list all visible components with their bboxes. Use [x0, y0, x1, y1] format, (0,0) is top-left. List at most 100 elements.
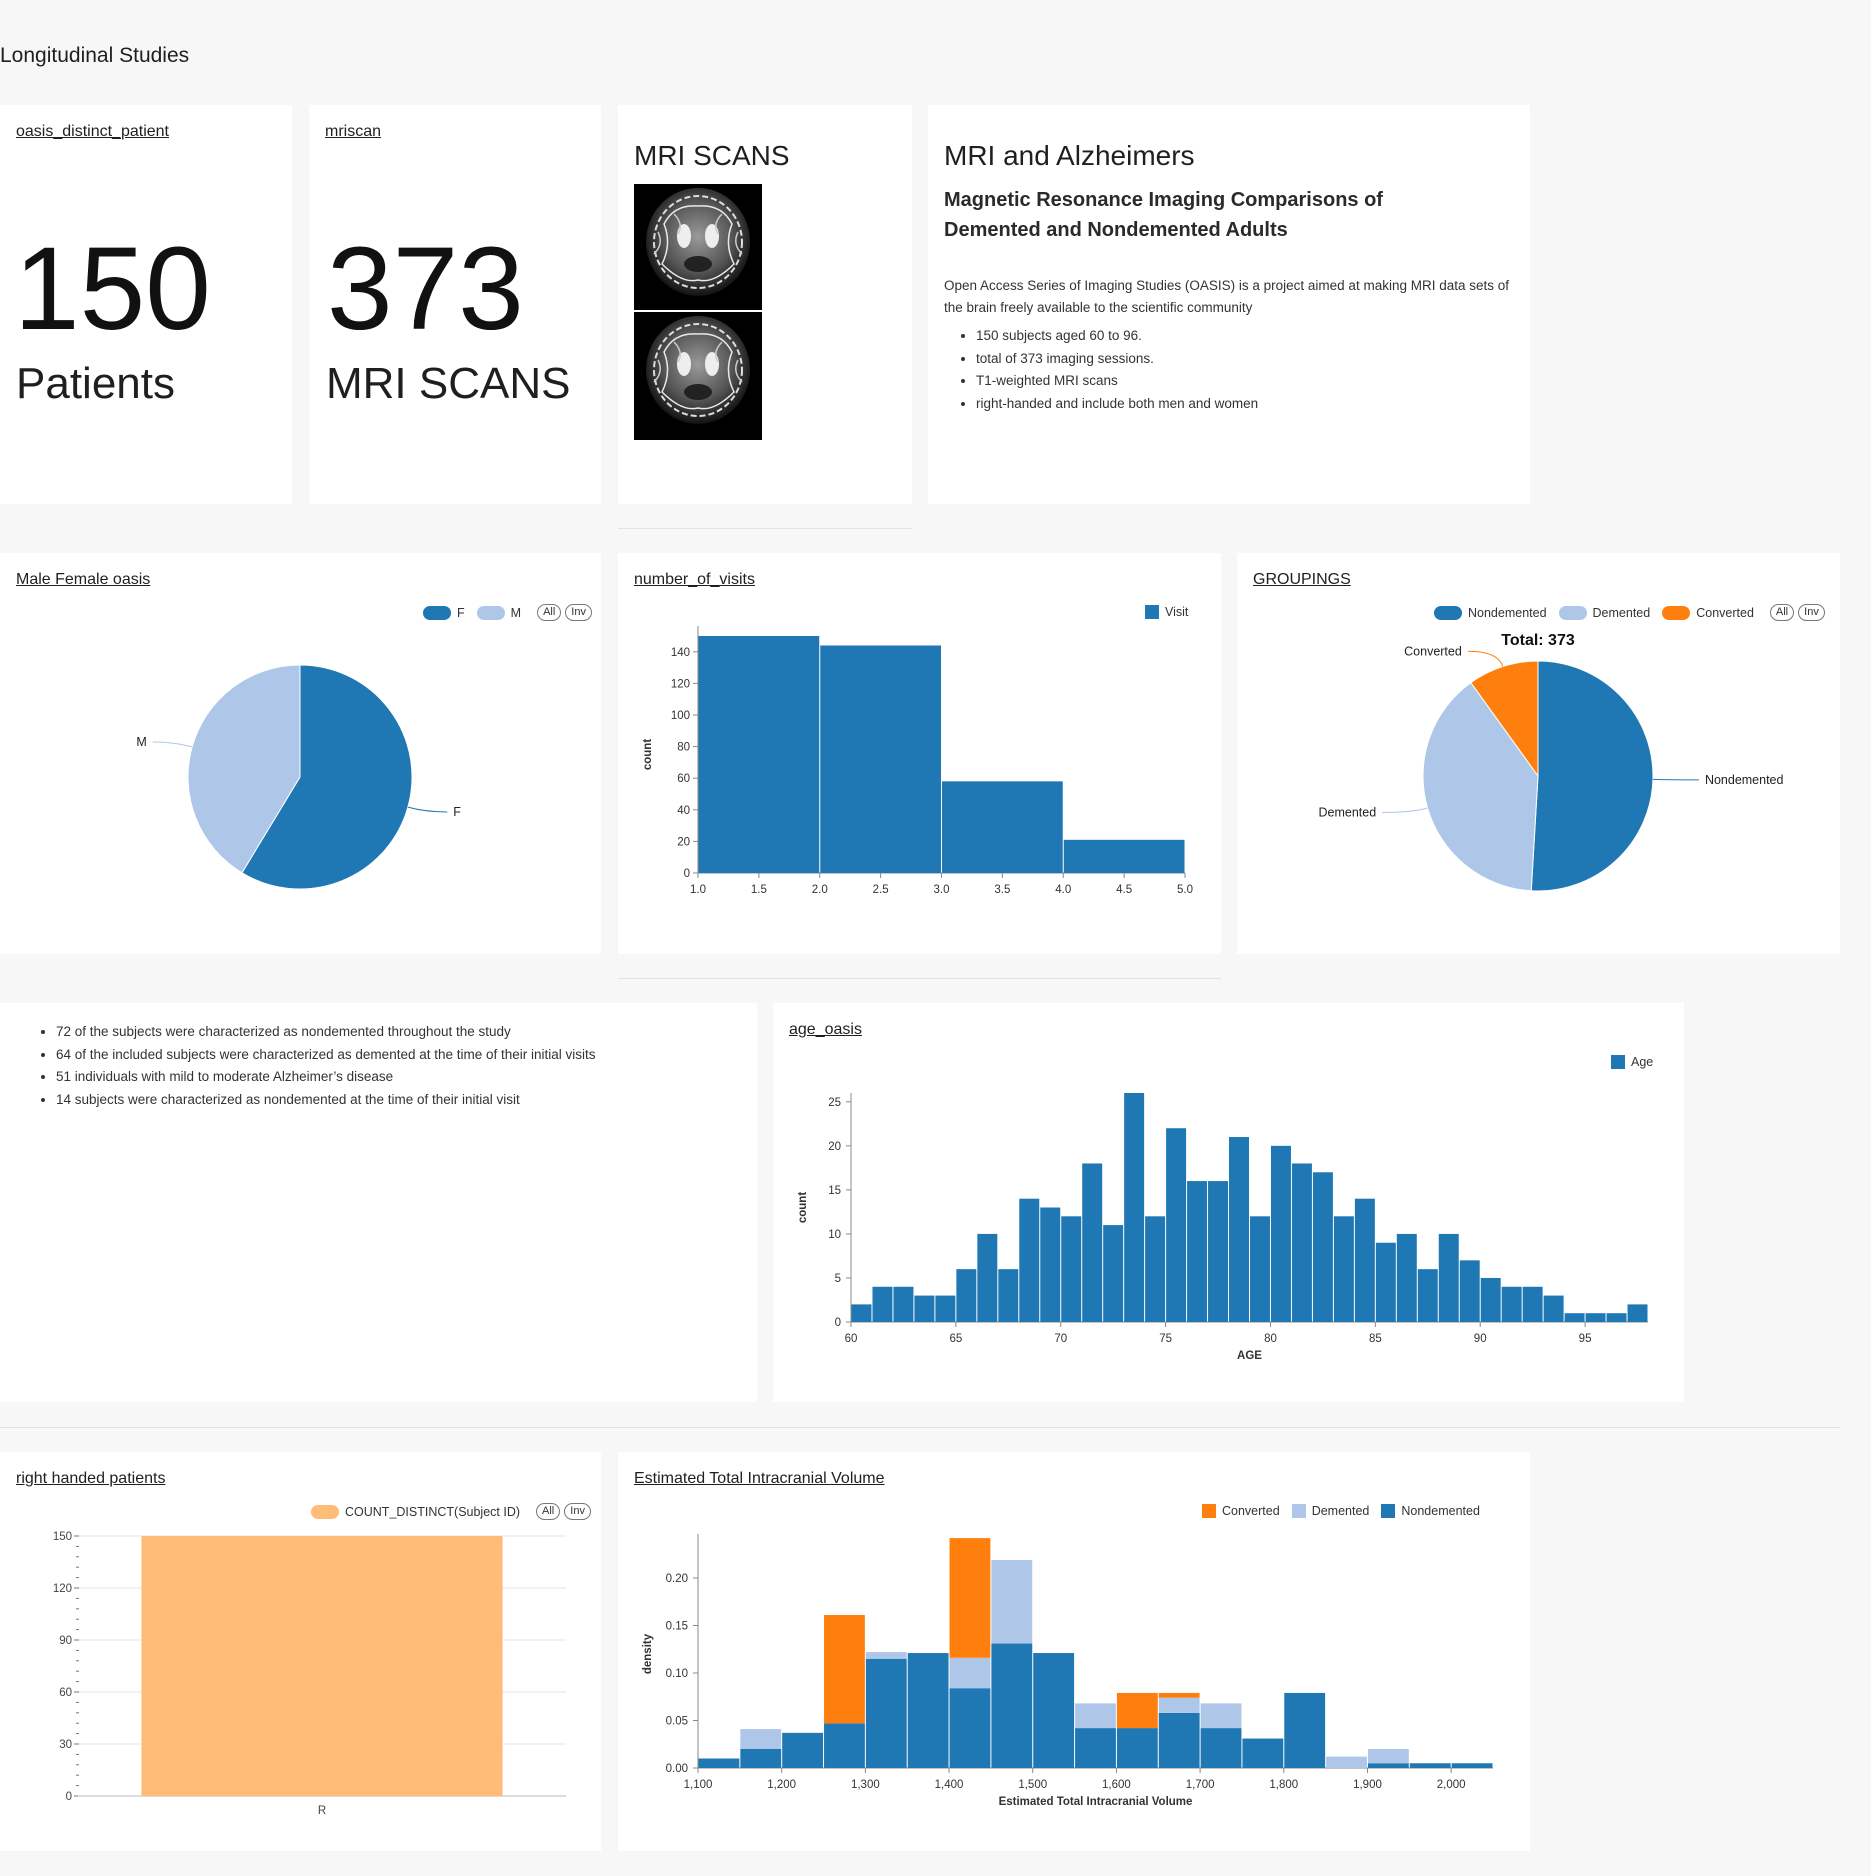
y-tick-label: 80: [677, 742, 690, 754]
stacked-bar-nondemented: [1200, 1728, 1242, 1768]
y-axis-label: count: [797, 1192, 809, 1223]
notes-bullet: 51 individuals with mild to moderate Alz…: [56, 1066, 596, 1089]
stacked-bar-nondemented: [991, 1643, 1033, 1768]
stacked-bar-nondemented: [1116, 1728, 1158, 1768]
stacked-bar-demented: [991, 1559, 1033, 1644]
info-paragraph: Open Access Series of Imaging Studies (O…: [944, 278, 1510, 315]
info-card: MRI and Alzheimers Magnetic Resonance Im…: [928, 105, 1530, 504]
x-tick-label: 4.0: [1055, 884, 1071, 896]
stacked-bar-nondemented: [865, 1658, 907, 1768]
histogram-bar: [1250, 1216, 1270, 1322]
info-subheading: Magnetic Resonance Imaging Comparisons o…: [944, 189, 1383, 241]
histogram-bar: [1522, 1286, 1543, 1322]
x-tick-label: 75: [1159, 1333, 1172, 1345]
histogram-bar: [1375, 1242, 1396, 1322]
stacked-bar-nondemented: [698, 1758, 740, 1768]
histogram-bar: [956, 1269, 977, 1322]
pie-slice-nondemented: [1530, 660, 1654, 892]
stacked-bar-nondemented: [1284, 1692, 1326, 1768]
stacked-bar-demented: [949, 1657, 991, 1689]
histogram-bar: [1061, 1216, 1082, 1322]
histogram-bar: [698, 636, 820, 873]
y-tick-label: 0.00: [666, 1763, 688, 1775]
notes-bullet: 14 subjects were characterized as nondem…: [56, 1089, 596, 1112]
mri-scans-heading: MRI SCANS: [634, 140, 790, 171]
y-tick-label: 120: [53, 1583, 72, 1595]
histogram-bar: [893, 1286, 914, 1322]
x-axis-label: Estimated Total Intracranial Volume: [999, 1796, 1193, 1808]
histogram-bar: [1145, 1216, 1166, 1322]
y-tick-label: 120: [671, 678, 690, 690]
x-tick-label: 1,800: [1269, 1779, 1298, 1791]
histogram-bar: [1606, 1313, 1627, 1322]
x-tick-label: 4.5: [1116, 884, 1132, 896]
info-bullet-list: 150 subjects aged 60 to 96. total of 373…: [954, 325, 1258, 415]
row-divider: [618, 978, 1221, 979]
y-tick-label: 40: [677, 805, 690, 817]
stacked-bar-nondemented: [1158, 1712, 1200, 1768]
stacked-bar-nondemented: [740, 1749, 782, 1768]
histogram-bar: [872, 1286, 893, 1322]
histogram-bar: [851, 1304, 872, 1322]
x-tick-label: 1,200: [767, 1779, 796, 1791]
stacked-bar-demented: [1326, 1756, 1367, 1768]
histogram-bar: [1333, 1216, 1354, 1322]
histogram-bar: [1063, 839, 1185, 873]
histogram-bar: [1082, 1163, 1103, 1322]
histogram-bar: [1229, 1137, 1249, 1322]
y-axis-label: density: [642, 1633, 654, 1674]
x-tick-label: 1,500: [1018, 1779, 1047, 1791]
stacked-bar-nondemented: [1409, 1763, 1451, 1768]
histogram-bar: [1501, 1286, 1522, 1322]
x-tick-label: 3.0: [934, 884, 950, 896]
info-bullet: 150 subjects aged 60 to 96.: [976, 325, 1258, 348]
y-tick-label: 0.15: [666, 1621, 688, 1633]
histogram-bar: [1291, 1163, 1312, 1322]
x-tick-label: 70: [1054, 1333, 1067, 1345]
histogram-bar: [1585, 1313, 1606, 1322]
x-tick-label: 60: [845, 1333, 858, 1345]
x-tick-label: 85: [1369, 1333, 1382, 1345]
kpi-scans-title[interactable]: mriscan: [325, 123, 381, 141]
etiv-chart-card: Estimated Total Intracranial Volume Conv…: [618, 1452, 1530, 1851]
x-tick-label: 1,700: [1186, 1779, 1215, 1791]
y-tick-label: 20: [677, 836, 690, 848]
histogram-bar: [1417, 1269, 1438, 1322]
histogram-bar: [1270, 1145, 1291, 1322]
pie-label-line: [1382, 807, 1428, 813]
y-tick-label: 25: [828, 1097, 841, 1109]
pie-slice-label: Nondemented: [1705, 773, 1784, 787]
mri-scans-card: MRI SCANS: [618, 105, 912, 504]
x-tick-label: 3.5: [994, 884, 1010, 896]
stacked-bar-nondemented: [1367, 1763, 1409, 1768]
x-tick-label: 80: [1264, 1333, 1277, 1345]
histogram-bar: [1543, 1295, 1564, 1322]
histogram-bar: [1564, 1313, 1585, 1322]
kpi-patients-title[interactable]: oasis_distinct_patient: [16, 123, 169, 141]
groupings-pie-chart: Nondemented Demented Converted Total: 373: [1318, 632, 1784, 892]
bar-r: [141, 1536, 503, 1796]
x-tick-label: 90: [1474, 1333, 1487, 1345]
pie-slice-label: F: [453, 805, 461, 819]
stacked-bar-demented: [1367, 1749, 1409, 1764]
y-tick-label: 60: [677, 773, 690, 785]
etiv-stacked-histogram: 0.00 0.05 0.10 0.15 0.20 1,100 1,200 1,300 1,400…: [642, 1534, 1493, 1808]
y-tick-label: 0: [835, 1317, 841, 1329]
stacked-bar-nondemented: [1451, 1763, 1493, 1768]
y-tick-label: 140: [671, 647, 690, 659]
histogram-bar: [942, 781, 1063, 873]
y-tick-label: 0.10: [666, 1668, 688, 1680]
x-tick-label: 5.0: [1177, 884, 1193, 896]
kpi-scans-subtitle: MRI SCANS: [326, 359, 571, 408]
info-bullet: right-handed and include both men and wo…: [976, 393, 1258, 416]
info-bullet: total of 373 imaging sessions.: [976, 348, 1258, 371]
histogram-bar: [1040, 1207, 1061, 1322]
x-tick-label: 1.5: [751, 884, 767, 896]
stacked-bar-demented: [865, 1652, 907, 1659]
stacked-bar-nondemented: [1242, 1738, 1284, 1768]
info-heading: MRI and Alzheimers: [944, 140, 1195, 171]
histogram-bar: [820, 645, 941, 873]
x-tick-label: 1,600: [1102, 1779, 1131, 1791]
row-divider: [0, 1427, 1840, 1428]
pie-slice-label: Converted: [1404, 644, 1462, 658]
